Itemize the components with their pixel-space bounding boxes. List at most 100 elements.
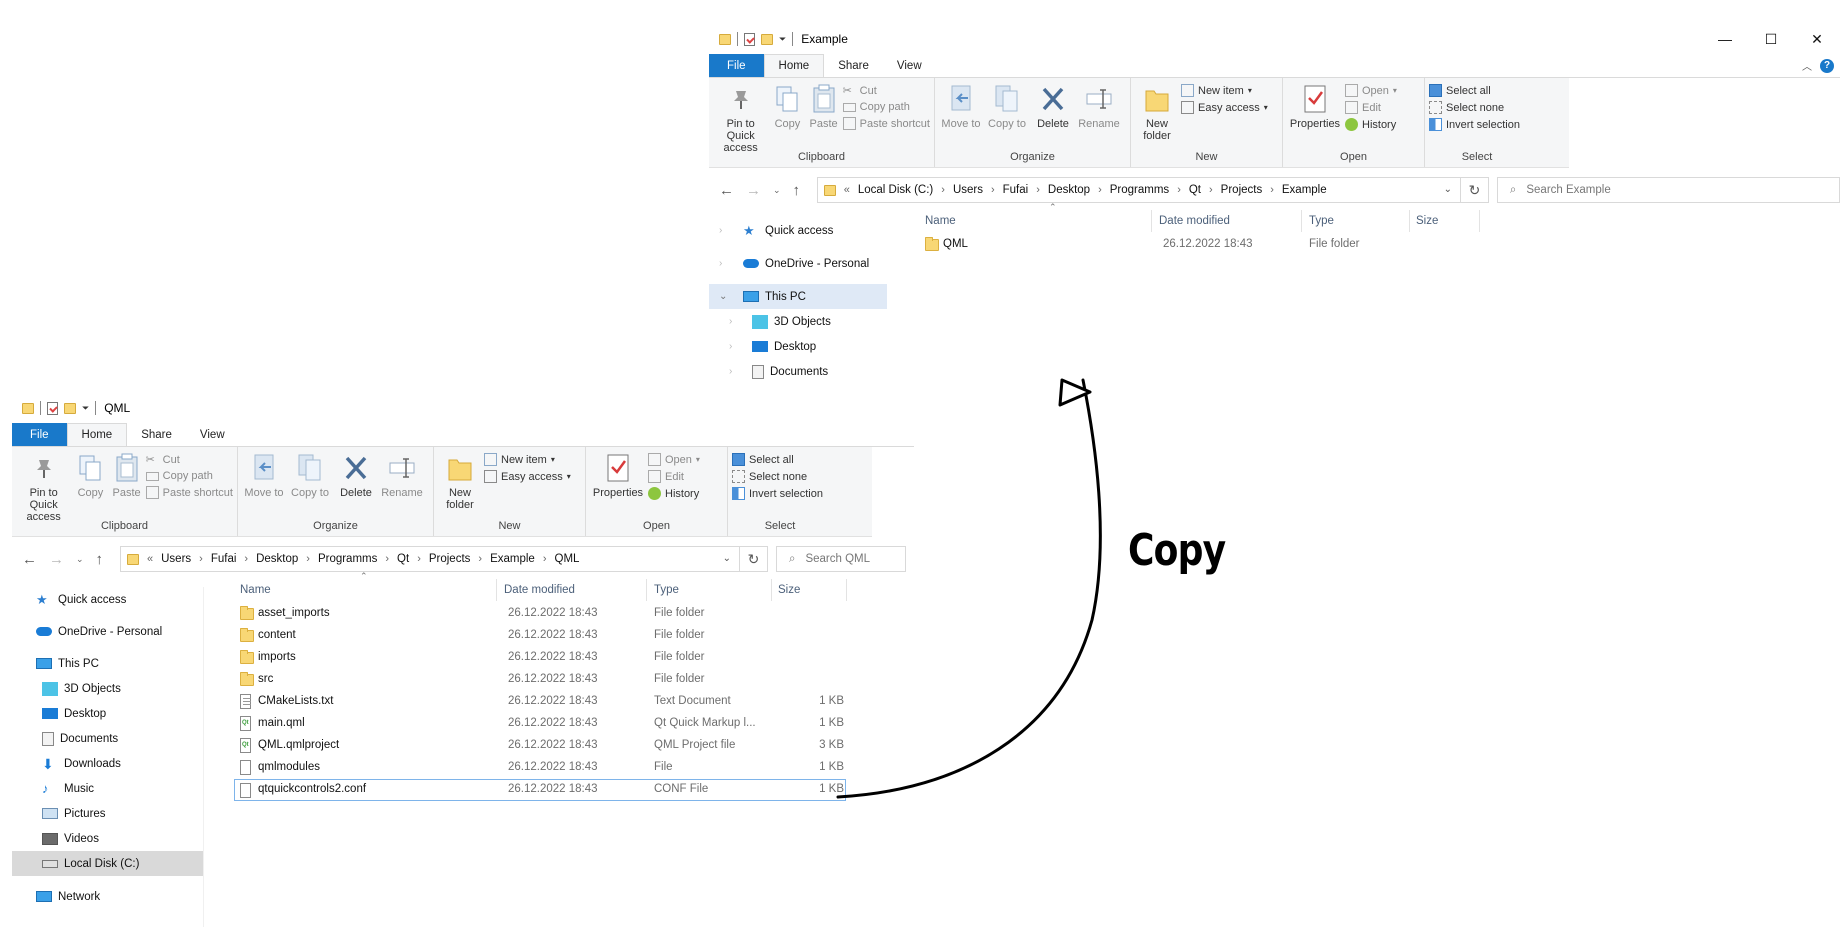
tab-file[interactable]: File xyxy=(12,423,67,446)
pin-to-quick-access-button[interactable]: Pin to Quick access xyxy=(16,451,71,523)
select-all-button[interactable]: Select all xyxy=(732,453,828,466)
refresh-button[interactable]: ↻ xyxy=(740,546,768,572)
edit-button[interactable]: Edit xyxy=(1345,101,1397,114)
delete-button[interactable]: Delete xyxy=(334,451,378,499)
select-none-button[interactable]: Select none xyxy=(1429,101,1525,114)
open-button[interactable]: Open ▾ xyxy=(648,453,700,466)
invert-selection-button[interactable]: Invert selection xyxy=(1429,118,1525,131)
nav-item-downloads[interactable]: ⬇ Downloads xyxy=(12,751,203,776)
nav-item-3d-objects[interactable]: › 3D Objects xyxy=(709,309,887,334)
breadcrumb-item[interactable]: Local Disk (C:) xyxy=(858,184,933,196)
move-to-button[interactable]: Move to xyxy=(939,82,983,130)
list-item-focused[interactable]: qtquickcontrols2.conf 26.12.2022 18:43 C… xyxy=(234,779,846,801)
easy-access-button[interactable]: Easy access ▾ xyxy=(484,470,571,483)
chevron-right-icon[interactable]: › xyxy=(1209,184,1213,196)
list-item[interactable]: CMakeLists.txt 26.12.2022 18:43 Text Doc… xyxy=(234,691,884,713)
pin-to-quick-access-button[interactable]: Pin to Quick access xyxy=(713,82,768,154)
delete-button[interactable]: Delete xyxy=(1031,82,1075,130)
cut-button[interactable]: ✂ Cut xyxy=(146,453,233,467)
tab-home[interactable]: Home xyxy=(66,423,128,446)
breadcrumb-item[interactable]: Fufai xyxy=(1003,184,1029,196)
properties-icon[interactable] xyxy=(47,401,58,415)
address-dropdown-icon[interactable]: ⌄ xyxy=(723,553,731,564)
chevron-right-icon[interactable]: › xyxy=(719,258,722,269)
tab-share[interactable]: Share xyxy=(824,54,883,77)
easy-access-button[interactable]: Easy access ▾ xyxy=(1181,101,1268,114)
column-header-type[interactable]: Type xyxy=(1309,215,1334,227)
copy-button[interactable]: Copy xyxy=(770,82,804,154)
tab-view[interactable]: View xyxy=(883,54,936,77)
collapse-ribbon-icon[interactable]: ︿ xyxy=(1802,58,1812,73)
chevron-right-icon[interactable]: › xyxy=(941,184,945,196)
column-divider[interactable] xyxy=(646,579,647,601)
chevron-right-icon[interactable]: › xyxy=(199,553,203,565)
help-icon[interactable]: ? xyxy=(1820,58,1834,73)
chevron-right-icon[interactable]: › xyxy=(719,225,722,236)
breadcrumb-item[interactable]: Example xyxy=(1282,184,1327,196)
chevron-right-icon[interactable]: › xyxy=(729,366,732,377)
properties-button[interactable]: Properties xyxy=(1287,82,1343,131)
nav-item-this-pc[interactable]: This PC xyxy=(12,651,203,676)
chevron-right-icon[interactable]: › xyxy=(1177,184,1181,196)
chevron-right-icon[interactable]: › xyxy=(306,553,310,565)
tab-share[interactable]: Share xyxy=(127,423,186,446)
column-divider[interactable] xyxy=(771,579,772,601)
breadcrumb-item[interactable]: Desktop xyxy=(256,553,298,565)
nav-item-pictures[interactable]: Pictures xyxy=(12,801,203,826)
chevron-down-icon[interactable]: ⌄ xyxy=(719,291,727,302)
search-input[interactable]: ⌕ Search Example xyxy=(1496,177,1840,203)
maximize-icon[interactable]: ☐ xyxy=(1748,24,1794,54)
nav-item-desktop[interactable]: › Desktop xyxy=(709,334,887,359)
list-item[interactable]: src 26.12.2022 18:43 File folder xyxy=(234,669,884,691)
breadcrumb-item[interactable]: Projects xyxy=(1221,184,1263,196)
history-button[interactable]: History xyxy=(648,487,700,500)
chevron-right-icon[interactable]: › xyxy=(991,184,995,196)
history-button[interactable]: History xyxy=(1345,118,1397,131)
tab-file[interactable]: File xyxy=(709,54,764,77)
list-item[interactable]: asset_imports 26.12.2022 18:43 File fold… xyxy=(234,603,884,625)
nav-item-music[interactable]: ♪ Music xyxy=(12,776,203,801)
breadcrumb-item[interactable]: Qt xyxy=(1189,184,1201,196)
breadcrumb-item[interactable]: Qt xyxy=(397,553,409,565)
chevron-right-icon[interactable]: › xyxy=(1036,184,1040,196)
edit-button[interactable]: Edit xyxy=(648,470,700,483)
up-arrow-icon[interactable]: ↑ xyxy=(96,551,104,568)
breadcrumb-item[interactable]: Users xyxy=(161,553,191,565)
breadcrumb-item[interactable]: Programms xyxy=(318,553,377,565)
tab-home[interactable]: Home xyxy=(763,54,825,77)
chevron-right-icon[interactable]: › xyxy=(244,553,248,565)
rename-button[interactable]: Rename xyxy=(1077,82,1121,130)
paste-button[interactable]: Paste xyxy=(110,451,144,523)
column-header-size[interactable]: Size xyxy=(778,584,800,596)
chevron-right-icon[interactable]: › xyxy=(385,553,389,565)
back-arrow-icon[interactable]: ← xyxy=(719,182,734,199)
chevron-right-icon[interactable]: › xyxy=(543,553,547,565)
new-folder-button[interactable]: New folder xyxy=(438,451,482,511)
rename-button[interactable]: Rename xyxy=(380,451,424,499)
nav-item-local-disk[interactable]: Local Disk (C:) xyxy=(12,851,203,876)
copy-path-button[interactable]: Copy path xyxy=(145,470,233,482)
list-item[interactable]: imports 26.12.2022 18:43 File folder xyxy=(234,647,884,669)
chevron-right-icon[interactable]: › xyxy=(729,341,732,352)
chevron-right-icon[interactable]: › xyxy=(729,316,732,327)
address-bar[interactable]: « Local Disk (C:) › Users › Fufai › Desktop… xyxy=(816,177,1461,203)
chevron-right-icon[interactable]: › xyxy=(1098,184,1102,196)
select-none-button[interactable]: Select none xyxy=(732,470,828,483)
forward-arrow-icon[interactable]: → xyxy=(746,182,761,199)
breadcrumb-item[interactable]: Example xyxy=(490,553,535,565)
paste-shortcut-button[interactable]: Paste shortcut xyxy=(145,486,233,499)
breadcrumb-item[interactable]: Users xyxy=(953,184,983,196)
breadcrumb-item[interactable]: Fufai xyxy=(211,553,237,565)
column-divider[interactable] xyxy=(496,579,497,601)
copy-to-button[interactable]: Copy to xyxy=(288,451,332,499)
column-divider[interactable] xyxy=(1409,210,1410,232)
nav-item-documents[interactable]: › Documents xyxy=(709,359,887,384)
column-divider[interactable] xyxy=(1479,210,1480,232)
back-arrow-icon[interactable]: ← xyxy=(22,551,37,568)
list-item[interactable]: content 26.12.2022 18:43 File folder xyxy=(234,625,884,647)
column-header-date[interactable]: Date modified xyxy=(504,584,575,596)
close-icon[interactable]: ✕ xyxy=(1794,24,1840,54)
forward-arrow-icon[interactable]: → xyxy=(49,551,64,568)
nav-item-onedrive[interactable]: OneDrive - Personal xyxy=(12,619,203,644)
tab-view[interactable]: View xyxy=(186,423,239,446)
